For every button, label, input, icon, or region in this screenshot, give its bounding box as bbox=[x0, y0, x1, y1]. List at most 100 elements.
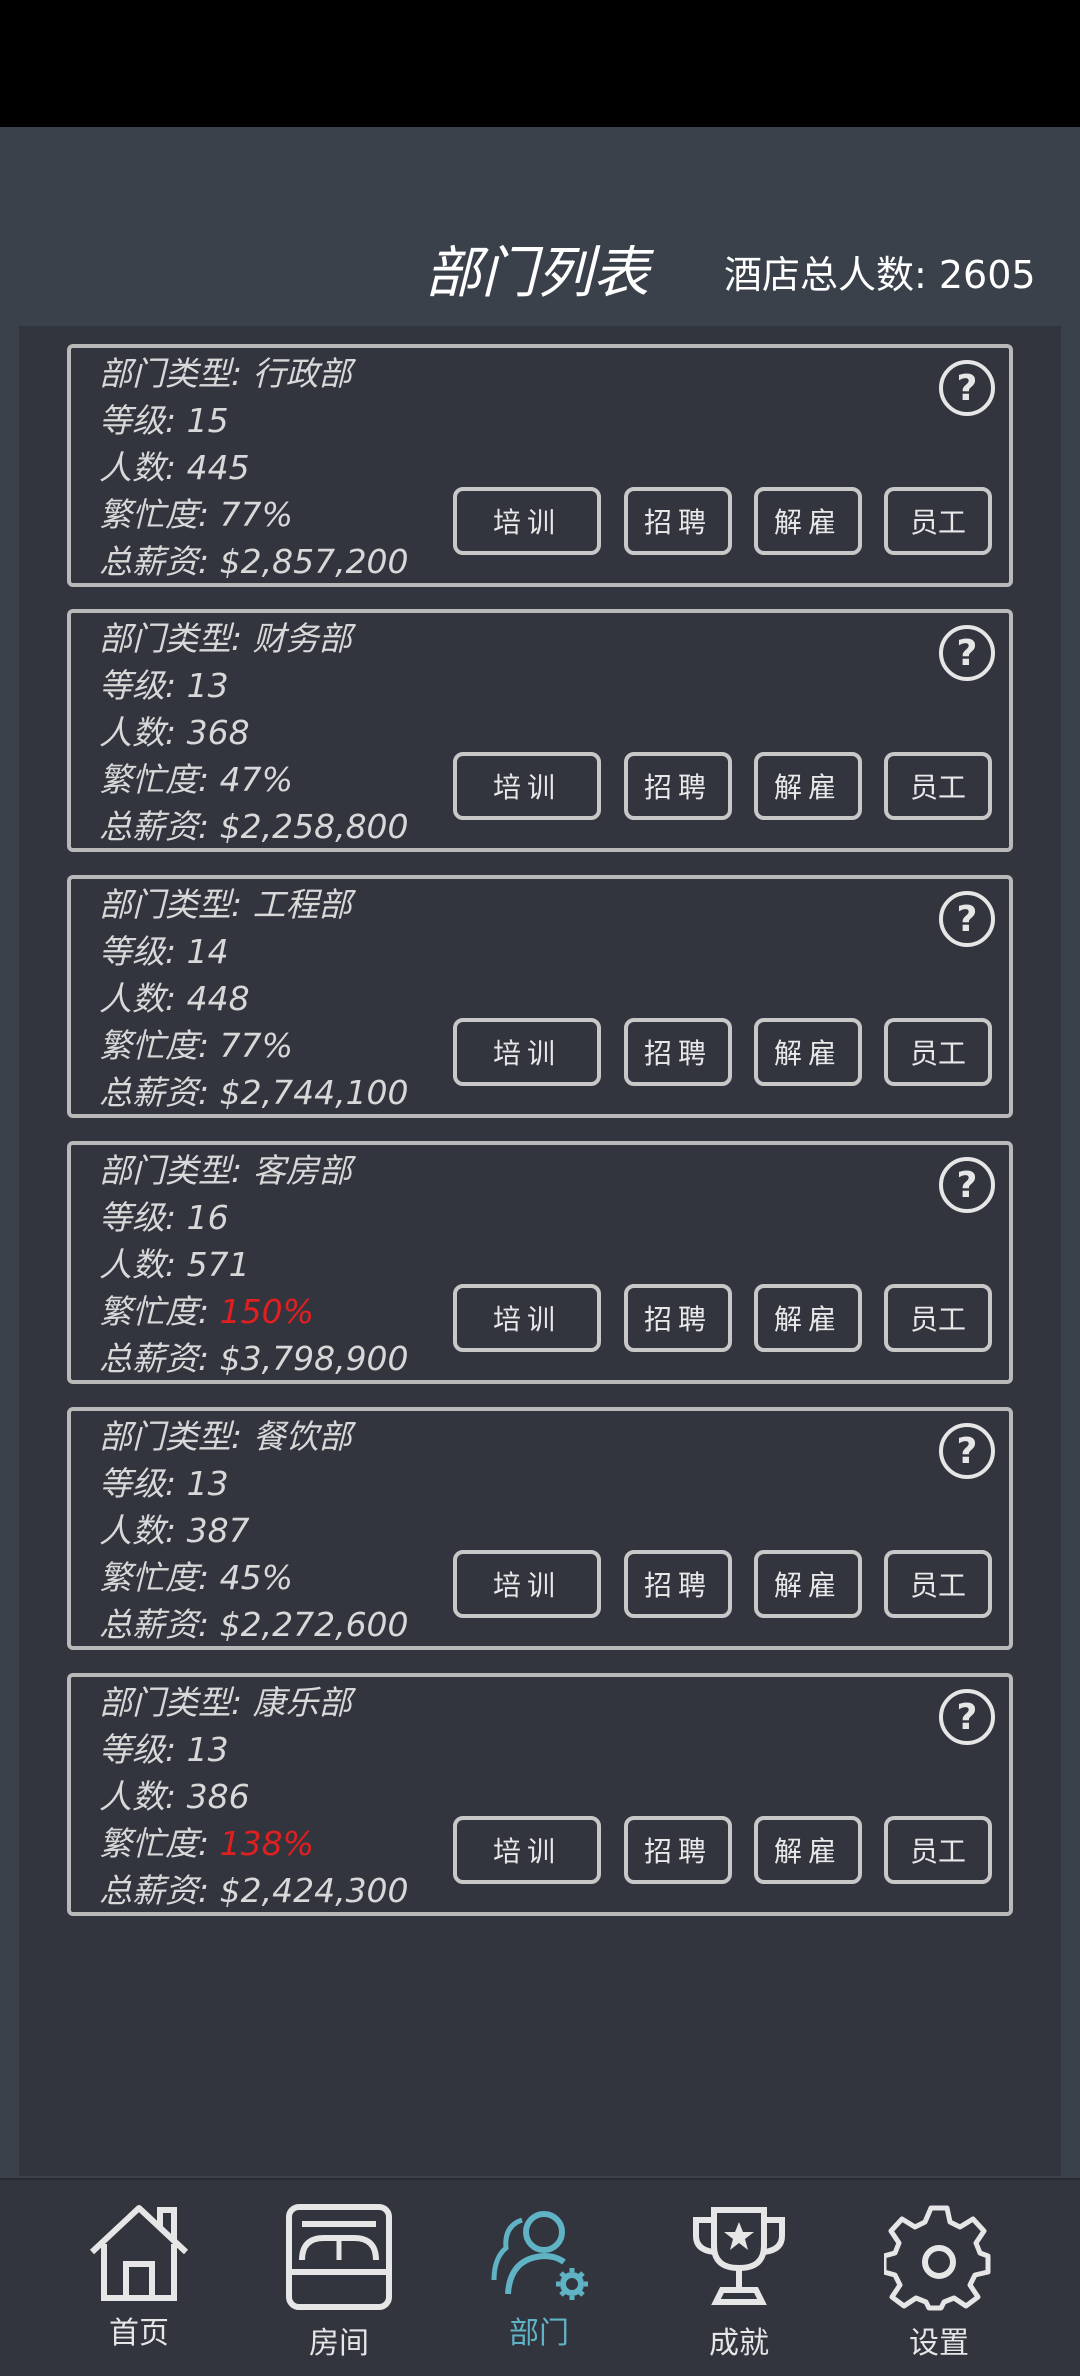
department-card: 部门类型: 客房部 等级: 16 人数: 571 繁忙度: 150% 总薪资: … bbox=[67, 1141, 1013, 1384]
busyness-value: 138% bbox=[219, 1824, 314, 1863]
hire-button[interactable]: 招聘 bbox=[624, 752, 732, 820]
department-type: 部门类型: 康乐部 bbox=[99, 1683, 352, 1722]
nav-achievements-label: 成就 bbox=[709, 2326, 769, 2361]
department-level: 等级: 15 bbox=[99, 401, 229, 440]
bed-icon bbox=[286, 2204, 392, 2310]
department-headcount: 人数: 445 bbox=[99, 448, 250, 487]
department-card: 部门类型: 工程部 等级: 14 人数: 448 繁忙度: 77% 总薪资: $… bbox=[67, 875, 1013, 1118]
department-busyness: 繁忙度: 47% bbox=[99, 756, 409, 803]
train-button[interactable]: 培训 bbox=[453, 1550, 601, 1618]
busyness-value: 150% bbox=[219, 1292, 314, 1331]
nav-departments-label: 部门 bbox=[509, 2316, 569, 2351]
nav-settings[interactable]: 设置 bbox=[859, 2202, 1019, 2372]
train-button[interactable]: 培训 bbox=[453, 752, 601, 820]
department-info: 部门类型: 康乐部 等级: 13 人数: 386 繁忙度: 138% 总薪资: … bbox=[99, 1679, 409, 1914]
busyness-value: 77% bbox=[219, 1026, 293, 1065]
status-bar bbox=[0, 0, 1080, 127]
department-headcount: 人数: 387 bbox=[99, 1511, 250, 1550]
department-info: 部门类型: 餐饮部 等级: 13 人数: 387 繁忙度: 45% 总薪资: $… bbox=[99, 1413, 409, 1648]
department-headcount: 人数: 571 bbox=[99, 1245, 250, 1284]
department-level: 等级: 14 bbox=[99, 932, 229, 971]
department-card: 部门类型: 行政部 等级: 15 人数: 445 繁忙度: 77% 总薪资: $… bbox=[67, 344, 1013, 587]
department-type: 部门类型: 工程部 bbox=[99, 885, 352, 924]
department-salary: 总薪资: $3,798,900 bbox=[99, 1339, 409, 1378]
department-type: 部门类型: 财务部 bbox=[99, 619, 352, 658]
fire-button[interactable]: 解雇 bbox=[754, 1284, 862, 1352]
department-busyness: 繁忙度: 77% bbox=[99, 1022, 409, 1069]
department-salary: 总薪资: $2,424,300 bbox=[99, 1871, 409, 1910]
nav-achievements[interactable]: 成就 bbox=[659, 2202, 819, 2372]
help-icon[interactable]: ? bbox=[939, 360, 995, 416]
department-headcount: 人数: 368 bbox=[99, 713, 250, 752]
busyness-label: 繁忙度: bbox=[99, 1824, 220, 1863]
department-headcount: 人数: 448 bbox=[99, 979, 250, 1018]
department-headcount: 人数: 386 bbox=[99, 1777, 250, 1816]
train-button[interactable]: 培训 bbox=[453, 1284, 601, 1352]
fire-button[interactable]: 解雇 bbox=[754, 752, 862, 820]
department-info: 部门类型: 财务部 等级: 13 人数: 368 繁忙度: 47% 总薪资: $… bbox=[99, 615, 409, 850]
staff-button[interactable]: 员工 bbox=[884, 752, 992, 820]
staff-button[interactable]: 员工 bbox=[884, 1284, 992, 1352]
help-icon[interactable]: ? bbox=[939, 625, 995, 681]
train-button[interactable]: 培训 bbox=[453, 1816, 601, 1884]
department-info: 部门类型: 工程部 等级: 14 人数: 448 繁忙度: 77% 总薪资: $… bbox=[99, 881, 409, 1116]
hotel-total-staff: 酒店总人数: 2605 bbox=[724, 253, 1036, 297]
department-busyness: 繁忙度: 45% bbox=[99, 1554, 409, 1601]
department-level: 等级: 13 bbox=[99, 1464, 229, 1503]
busyness-label: 繁忙度: bbox=[99, 1558, 220, 1597]
busyness-value: 45% bbox=[219, 1558, 293, 1597]
train-button[interactable]: 培训 bbox=[453, 487, 601, 555]
staff-button[interactable]: 员工 bbox=[884, 1816, 992, 1884]
busyness-label: 繁忙度: bbox=[99, 1292, 220, 1331]
staff-button[interactable]: 员工 bbox=[884, 1550, 992, 1618]
fire-button[interactable]: 解雇 bbox=[754, 487, 862, 555]
department-card: 部门类型: 财务部 等级: 13 人数: 368 繁忙度: 47% 总薪资: $… bbox=[67, 609, 1013, 852]
department-info: 部门类型: 客房部 等级: 16 人数: 571 繁忙度: 150% 总薪资: … bbox=[99, 1147, 409, 1382]
busyness-value: 47% bbox=[219, 760, 293, 799]
hire-button[interactable]: 招聘 bbox=[624, 487, 732, 555]
nav-rooms[interactable]: 房间 bbox=[259, 2202, 419, 2372]
department-salary: 总薪资: $2,272,600 bbox=[99, 1605, 409, 1644]
hire-button[interactable]: 招聘 bbox=[624, 1018, 732, 1086]
busyness-label: 繁忙度: bbox=[99, 495, 220, 534]
department-busyness: 繁忙度: 138% bbox=[99, 1820, 409, 1867]
busyness-label: 繁忙度: bbox=[99, 1026, 220, 1065]
staff-button[interactable]: 员工 bbox=[884, 487, 992, 555]
staff-button[interactable]: 员工 bbox=[884, 1018, 992, 1086]
train-button[interactable]: 培训 bbox=[453, 1018, 601, 1086]
fire-button[interactable]: 解雇 bbox=[754, 1816, 862, 1884]
department-level: 等级: 16 bbox=[99, 1198, 229, 1237]
hire-button[interactable]: 招聘 bbox=[624, 1550, 732, 1618]
hire-button[interactable]: 招聘 bbox=[624, 1284, 732, 1352]
department-type: 部门类型: 客房部 bbox=[99, 1151, 352, 1190]
gear-icon bbox=[884, 2205, 991, 2311]
nav-departments[interactable]: 部门 bbox=[459, 2202, 619, 2372]
fire-button[interactable]: 解雇 bbox=[754, 1018, 862, 1086]
hire-button[interactable]: 招聘 bbox=[624, 1816, 732, 1884]
department-level: 等级: 13 bbox=[99, 1730, 229, 1769]
page-title: 部门列表 bbox=[425, 241, 649, 306]
department-info: 部门类型: 行政部 等级: 15 人数: 445 繁忙度: 77% 总薪资: $… bbox=[99, 350, 409, 585]
trophy-icon bbox=[693, 2207, 785, 2305]
bottom-nav: 首页 房间 部门 成就 设置 bbox=[0, 2178, 1080, 2376]
department-level: 等级: 13 bbox=[99, 666, 229, 705]
nav-home[interactable]: 首页 bbox=[59, 2202, 219, 2372]
fire-button[interactable]: 解雇 bbox=[754, 1550, 862, 1618]
help-icon[interactable]: ? bbox=[939, 1423, 995, 1479]
help-icon[interactable]: ? bbox=[939, 891, 995, 947]
nav-home-label: 首页 bbox=[109, 2316, 169, 2351]
department-salary: 总薪资: $2,744,100 bbox=[99, 1073, 409, 1112]
department-card: 部门类型: 康乐部 等级: 13 人数: 386 繁忙度: 138% 总薪资: … bbox=[67, 1673, 1013, 1916]
department-busyness: 繁忙度: 77% bbox=[99, 491, 409, 538]
help-icon[interactable]: ? bbox=[939, 1157, 995, 1213]
busyness-label: 繁忙度: bbox=[99, 760, 220, 799]
help-icon[interactable]: ? bbox=[939, 1689, 995, 1745]
department-type: 部门类型: 行政部 bbox=[99, 354, 352, 393]
department-salary: 总薪资: $2,258,800 bbox=[99, 807, 409, 846]
department-busyness: 繁忙度: 150% bbox=[99, 1288, 409, 1335]
department-salary: 总薪资: $2,857,200 bbox=[99, 542, 409, 581]
department-type: 部门类型: 餐饮部 bbox=[99, 1417, 352, 1456]
busyness-value: 77% bbox=[219, 495, 293, 534]
department-card: 部门类型: 餐饮部 等级: 13 人数: 387 繁忙度: 45% 总薪资: $… bbox=[67, 1407, 1013, 1650]
nav-settings-label: 设置 bbox=[909, 2326, 969, 2361]
